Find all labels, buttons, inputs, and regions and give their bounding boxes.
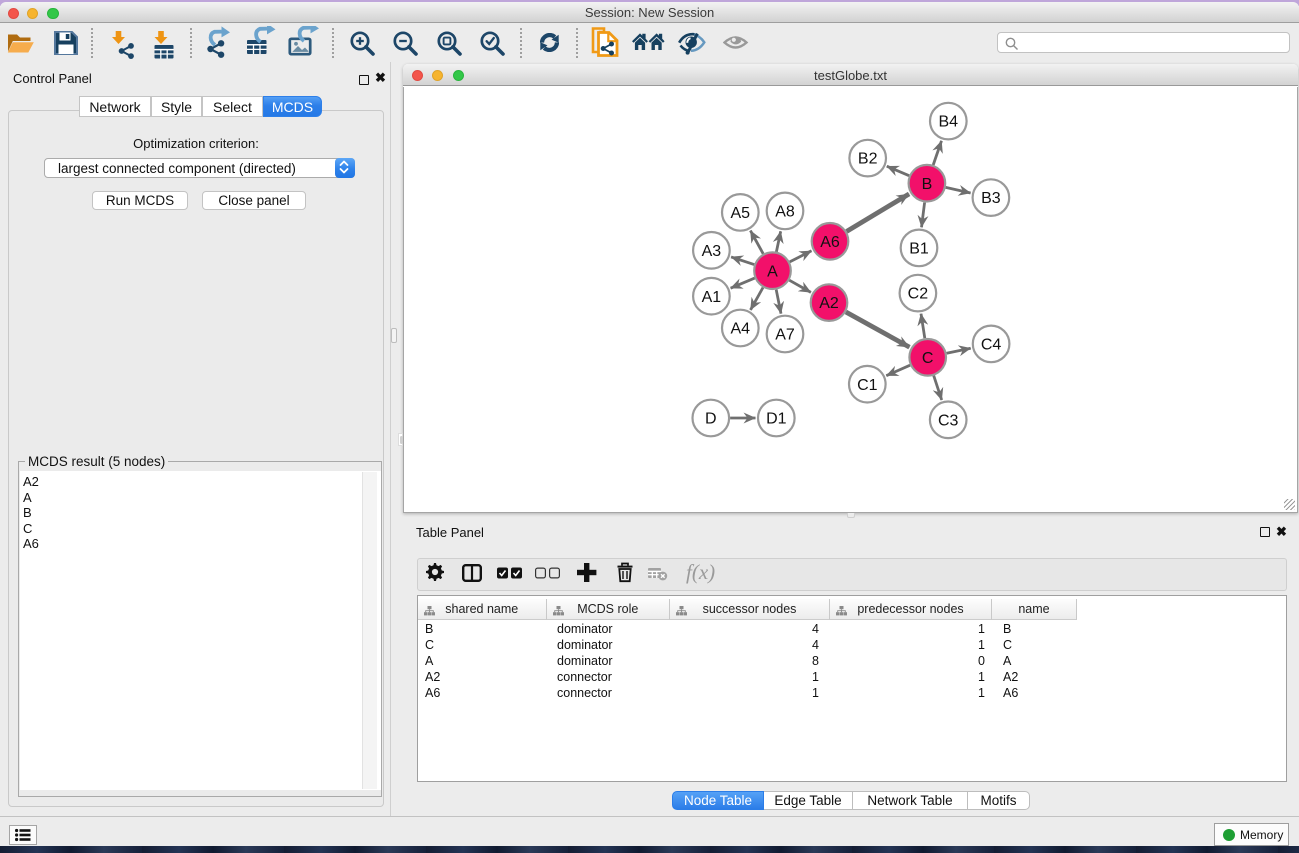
svg-text:A2: A2 [819, 295, 839, 312]
svg-text:A: A [767, 263, 778, 280]
svg-text:C3: C3 [938, 412, 959, 429]
svg-text:D1: D1 [766, 411, 787, 428]
svg-text:A5: A5 [731, 205, 751, 222]
svg-text:B4: B4 [939, 114, 959, 131]
svg-text:B: B [922, 176, 933, 193]
svg-text:B2: B2 [858, 151, 878, 168]
svg-text:A7: A7 [775, 327, 795, 344]
svg-text:B1: B1 [909, 241, 929, 258]
svg-text:A3: A3 [702, 243, 722, 260]
svg-text:C: C [922, 350, 934, 367]
svg-text:A6: A6 [820, 234, 840, 251]
svg-text:A8: A8 [775, 204, 795, 221]
svg-text:B3: B3 [981, 190, 1001, 207]
svg-text:C4: C4 [981, 337, 1002, 354]
svg-text:D: D [705, 411, 717, 428]
svg-text:A1: A1 [702, 289, 722, 306]
svg-text:A4: A4 [731, 321, 751, 338]
svg-text:C1: C1 [857, 377, 878, 394]
svg-text:C2: C2 [908, 286, 929, 303]
